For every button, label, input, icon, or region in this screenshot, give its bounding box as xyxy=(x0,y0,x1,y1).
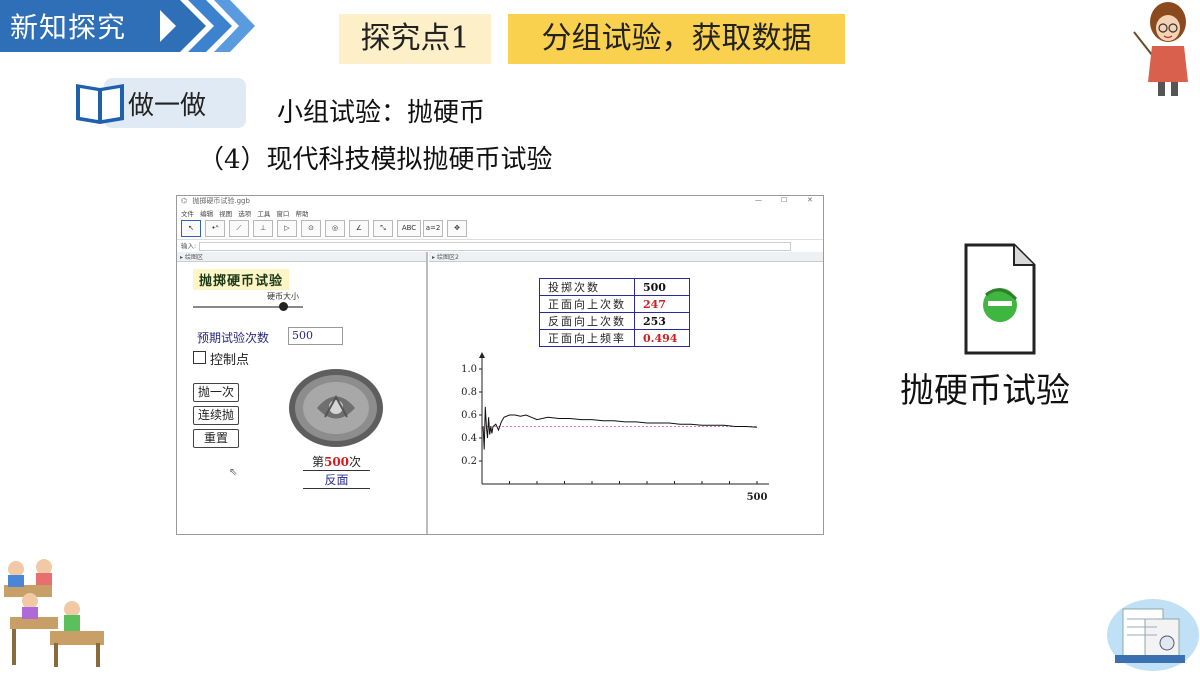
y-axis-arrow xyxy=(479,352,485,358)
graphics2-pane-title: 绘图区2 xyxy=(436,254,459,261)
trial-counter: 第500次 xyxy=(303,454,370,471)
y-tick-label: 0.6 xyxy=(461,410,477,421)
pane-toggle-icon[interactable]: ▸ xyxy=(180,254,183,261)
students-illustration xyxy=(4,559,104,667)
y-tick-label: 0.2 xyxy=(461,456,477,467)
tool-text[interactable]: ABC xyxy=(397,220,421,237)
graphics-pane-title: 绘图区 xyxy=(184,254,203,261)
menu-bar: 文件 编辑 视图 选项 工具 窗口 帮助 xyxy=(177,208,823,218)
trial-counter-prefix: 第 xyxy=(311,455,324,469)
input-field[interactable] xyxy=(199,242,791,251)
stats-label: 投掷次数 xyxy=(539,278,635,296)
stats-row: 正面向上次数 247 xyxy=(539,295,690,313)
toolbar: ↖ •ᴬ ⟋ ⊥ ▷ ⊙ ◎ ∠ ⤡ ABC a=2 ✥ xyxy=(177,217,823,240)
html-file-icon[interactable] xyxy=(964,243,1036,355)
coin-size-slider-knob[interactable] xyxy=(279,302,288,311)
tool-polygon[interactable]: ▷ xyxy=(277,220,297,237)
close-button[interactable]: ✕ xyxy=(807,196,813,204)
study-books-illustration xyxy=(1107,599,1199,671)
coin-size-slider-label: 硬币大小 xyxy=(267,292,299,301)
activity-step: （4）现代科技模拟抛硬币试验 xyxy=(198,145,553,175)
chart-series xyxy=(482,406,758,450)
maximize-button[interactable]: ☐ xyxy=(781,196,787,204)
tool-perpendicular[interactable]: ⊥ xyxy=(253,220,273,237)
control-points-label: 控制点 xyxy=(210,353,250,368)
stats-table: 投掷次数 500 正面向上次数 247 反面向上次数 253 正面向上频率 0.494 xyxy=(539,278,690,347)
mouse-cursor-icon: ⇖ xyxy=(229,467,238,478)
explore-point-label: 探究点1 xyxy=(339,14,491,64)
input-label: 输入: xyxy=(181,242,197,250)
banner-title: 新知探究 xyxy=(10,11,127,44)
coin-image xyxy=(289,369,383,447)
tool-move[interactable]: ↖ xyxy=(181,220,201,237)
tool-line[interactable]: ⟋ xyxy=(229,220,249,237)
tool-reflect[interactable]: ⤡ xyxy=(373,220,393,237)
expected-trials-label: 预期试验次数 xyxy=(197,331,270,345)
toss-result: 反面 xyxy=(303,472,370,489)
chart-ticks: 0.2 0.4 0.6 0.8 1.0 500 xyxy=(461,364,767,503)
activity-tag-label: 做一做 xyxy=(128,91,207,121)
tool-angle[interactable]: ∠ xyxy=(349,220,369,237)
graphics-pane-header: ▸ 绘图区 xyxy=(177,252,426,262)
tool-slider[interactable]: a=2 xyxy=(423,220,443,237)
activity-subtitle: 小组试验：抛硬币 xyxy=(277,98,486,128)
stats-row: 投掷次数 500 xyxy=(539,278,690,296)
stats-value: 247 xyxy=(634,295,690,313)
minimize-button[interactable]: — xyxy=(755,196,762,204)
x-tick-label: 500 xyxy=(747,492,768,503)
y-tick-label: 0.8 xyxy=(461,387,477,398)
reset-button[interactable]: 重置 xyxy=(193,429,239,448)
stats-row: 反面向上次数 253 xyxy=(539,312,690,330)
trial-counter-suffix: 次 xyxy=(349,455,362,469)
tool-point[interactable]: •ᴬ xyxy=(205,220,225,237)
explore-title: 分组试验，获取数据 xyxy=(508,14,845,64)
stats-row: 正面向上频率 0.494 xyxy=(539,329,690,347)
pane2-toggle-icon[interactable]: ▸ xyxy=(432,254,435,261)
window-titlebar: ⌬ 抛掷硬币试验.ggb — ☐ ✕ xyxy=(177,196,823,208)
frequency-line xyxy=(482,406,758,450)
geogebra-window: ⌬ 抛掷硬币试验.ggb — ☐ ✕ 文件 编辑 视图 选项 工具 窗口 帮助 … xyxy=(176,195,824,535)
trial-counter-value: 500 xyxy=(323,455,350,469)
experiment-title: 抛掷硬币试验 xyxy=(193,269,290,290)
tool-move-view[interactable]: ✥ xyxy=(447,220,467,237)
y-tick-label: 0.4 xyxy=(461,433,477,444)
html-file-label[interactable]: 抛硬币试验 xyxy=(900,363,1070,412)
stats-label: 正面向上频率 xyxy=(539,329,635,347)
stats-value: 500 xyxy=(634,278,690,296)
teacher-illustration xyxy=(1133,2,1188,96)
stats-value: 0.494 xyxy=(634,329,690,347)
continuous-toss-button[interactable]: 连续抛 xyxy=(193,406,239,425)
frequency-chart: 0.2 0.4 0.6 0.8 1.0 500 xyxy=(461,352,769,503)
expected-trials-input[interactable]: 500 xyxy=(288,327,343,345)
stats-label: 正面向上次数 xyxy=(539,295,635,313)
stats-label: 反面向上次数 xyxy=(539,312,635,330)
control-points-checkbox[interactable] xyxy=(193,351,206,364)
stats-value: 253 xyxy=(634,312,690,330)
window-title: 抛掷硬币试验.ggb xyxy=(192,197,250,205)
tool-ellipse[interactable]: ◎ xyxy=(325,220,345,237)
pane-divider[interactable] xyxy=(426,252,428,534)
app-icon: ⌬ xyxy=(181,197,188,205)
toss-once-button[interactable]: 抛一次 xyxy=(193,383,239,402)
tool-circle[interactable]: ⊙ xyxy=(301,220,321,237)
graphics2-pane-header: ▸ 绘图区2 xyxy=(429,252,823,262)
chart-axes xyxy=(479,352,769,485)
y-tick-label: 1.0 xyxy=(461,364,477,375)
